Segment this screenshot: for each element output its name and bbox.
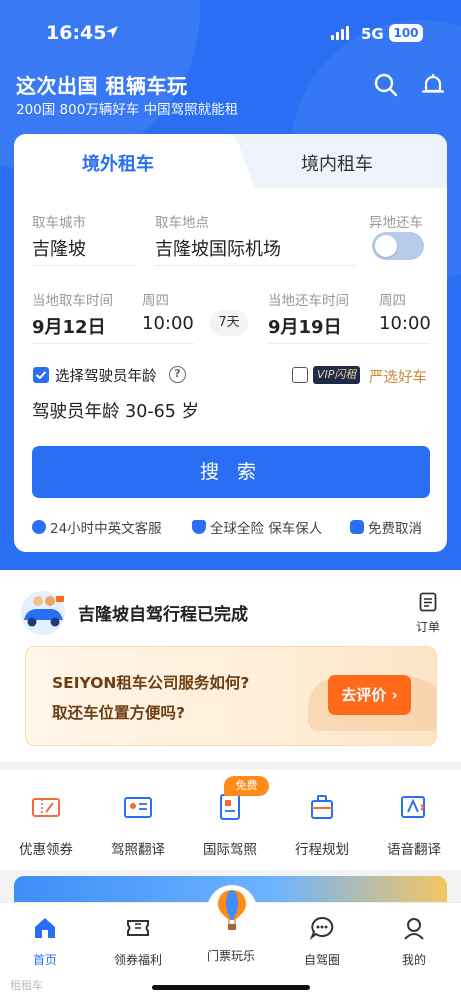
- nav-profile[interactable]: 我的: [379, 915, 449, 968]
- nav-coupons[interactable]: 领券福利: [103, 915, 173, 968]
- return-time-label: 当地还车时间: [268, 293, 349, 309]
- guarantee-label: 免费取消: [368, 521, 422, 537]
- shortcut-intl-license[interactable]: 国际驾照: [184, 792, 276, 858]
- divider: [268, 343, 430, 344]
- network-type: 5G: [361, 25, 384, 43]
- return-time[interactable]: 10:00: [379, 313, 431, 334]
- review-question-1: SEIYON租车公司服务如何?: [52, 674, 250, 692]
- return-weekday: 周四: [379, 293, 406, 309]
- review-question-2: 取还车位置方便吗?: [52, 704, 185, 722]
- service-chat-icon: [32, 520, 46, 534]
- guarantee-label: 24小时中英文客服: [50, 521, 162, 537]
- nav-label: 我的: [401, 953, 426, 967]
- pickup-city[interactable]: 吉隆坡: [32, 235, 86, 261]
- luggage-icon: [311, 795, 333, 819]
- profile-icon: [404, 918, 424, 940]
- page-title: 这次出国 租辆车玩: [16, 74, 188, 98]
- toggle-knob: [375, 235, 397, 257]
- shortcut-voice-translate[interactable]: 语音翻译: [368, 792, 460, 858]
- battery-icon: 100: [389, 24, 423, 42]
- shortcut-label: 优惠领券: [19, 842, 73, 858]
- free-badge: 免费: [224, 776, 269, 796]
- order-list-icon: [419, 592, 437, 612]
- nav-label: 门票玩乐: [206, 949, 255, 963]
- nav-label: 领券福利: [113, 953, 162, 967]
- pickup-time-label: 当地取车时间: [32, 293, 113, 309]
- tab-overseas[interactable]: 境外租车: [82, 150, 154, 176]
- premium-label[interactable]: 严选好车: [369, 366, 427, 387]
- chat-icon: [309, 916, 334, 940]
- signal-icon: [331, 26, 349, 40]
- pickup-location-label: 取车地点: [155, 215, 209, 231]
- bell-icon[interactable]: [420, 72, 446, 98]
- guarantee-insurance: 全球全险 保车保人: [192, 517, 322, 537]
- rental-tabs: 境外租车 境内租车: [14, 134, 447, 188]
- vip-badge: VIP闪租: [313, 366, 361, 384]
- voice-translate-icon: [401, 796, 425, 818]
- balloon-icon[interactable]: [206, 884, 258, 942]
- page-subtitle: 200国 800万辆好车 中国驾照就能租: [16, 102, 239, 118]
- shield-icon: [192, 520, 206, 534]
- diff-return-label: 异地还车: [369, 215, 423, 231]
- guarantee-label: 全球全险 保车保人: [210, 521, 323, 537]
- watermark: 租租车: [10, 979, 43, 992]
- shortcut-label: 驾照翻译: [111, 842, 165, 858]
- guarantee-cancel: 免费取消: [350, 517, 422, 537]
- shortcut-trip-plan[interactable]: 行程规划: [276, 792, 368, 858]
- search-icon[interactable]: [373, 72, 399, 98]
- divider: [32, 265, 137, 266]
- status-time: 16:45: [46, 22, 107, 44]
- driver-age-checkbox[interactable]: [33, 367, 49, 383]
- divider: [155, 265, 355, 266]
- search-button[interactable]: 搜 索: [32, 446, 430, 498]
- coupon-icon: [32, 798, 60, 817]
- orders-label: 订单: [415, 620, 440, 634]
- nav-community[interactable]: 自驾圈: [287, 915, 357, 968]
- premium-checkbox[interactable]: [292, 367, 308, 383]
- help-icon[interactable]: ?: [169, 366, 186, 383]
- diff-return-toggle[interactable]: [372, 232, 424, 260]
- pickup-date[interactable]: 9月12日: [32, 313, 106, 339]
- location-arrow-icon: [106, 26, 118, 38]
- nav-label: 首页: [32, 953, 57, 967]
- status-bar: 16:45 5G 100: [0, 0, 461, 64]
- review-button[interactable]: 去评价 ›: [328, 675, 411, 715]
- divider: [32, 343, 194, 344]
- car-trip-icon: [21, 591, 65, 635]
- review-card[interactable]: SEIYON租车公司服务如何? 取还车位置方便吗? 去评价 ›: [25, 646, 437, 746]
- trip-section: 吉隆坡自驾行程已完成 订单 SEIYON租车公司服务如何? 取还车位置方便吗? …: [0, 570, 461, 762]
- ticket-icon: [127, 920, 149, 936]
- driver-age-checkbox-label[interactable]: 选择驾驶员年龄: [55, 365, 157, 386]
- rental-duration: 7天: [210, 310, 248, 336]
- intl-license-icon: [220, 794, 240, 820]
- home-icon: [35, 918, 55, 938]
- return-date[interactable]: 9月19日: [268, 313, 342, 339]
- checkbox-badge-icon: [350, 520, 364, 534]
- nav-home[interactable]: 首页: [10, 915, 80, 968]
- check-icon: [35, 371, 47, 380]
- shortcut-label: 行程规划: [295, 842, 349, 858]
- guarantee-service: 24小时中英文客服: [32, 517, 162, 537]
- shortcut-label: 语音翻译: [387, 842, 441, 858]
- pickup-time[interactable]: 10:00: [142, 313, 194, 334]
- license-icon: [124, 797, 152, 818]
- orders-button[interactable]: 订单: [410, 592, 446, 635]
- home-indicator: [152, 985, 310, 990]
- nav-label: 自驾圈: [303, 953, 340, 967]
- shortcut-coupon[interactable]: 优惠领券: [0, 792, 92, 858]
- tab-domestic[interactable]: 境内租车: [301, 150, 373, 176]
- trip-title: 吉隆坡自驾行程已完成: [78, 605, 248, 625]
- pickup-weekday: 周四: [142, 293, 169, 309]
- shortcut-license-translate[interactable]: 驾照翻译: [92, 792, 184, 858]
- driver-age-text[interactable]: 驾驶员年龄 30-65 岁: [32, 398, 199, 423]
- pickup-location[interactable]: 吉隆坡国际机场: [155, 235, 281, 261]
- pickup-city-label: 取车城市: [32, 215, 86, 231]
- shortcut-label: 国际驾照: [203, 842, 257, 858]
